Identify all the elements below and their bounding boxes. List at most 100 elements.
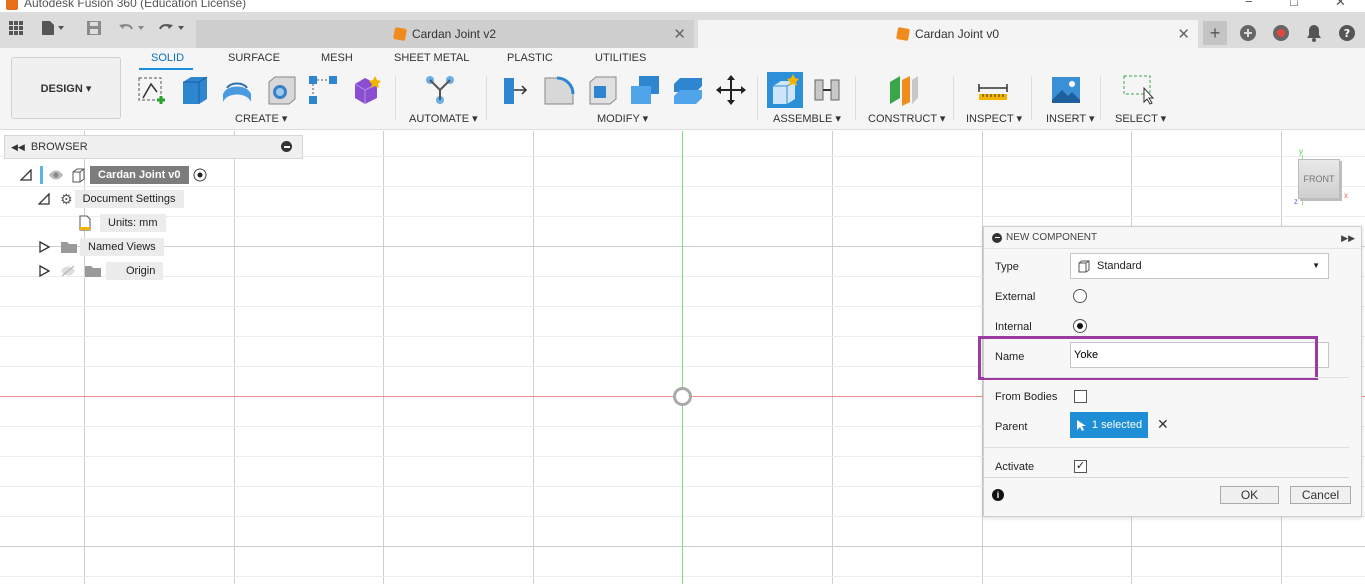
hidden-eye-icon[interactable] [60,265,76,277]
inspect-group-label[interactable]: INSPECT ▾ [966,112,1022,125]
expand-icon[interactable] [38,265,50,277]
collapse-dialog-icon[interactable] [992,232,1002,243]
expand-collapse-icon[interactable] [20,169,32,181]
ok-button[interactable]: OK [1220,486,1279,504]
browser-node-origin[interactable]: Origin [38,261,164,281]
new-component-icon[interactable] [767,72,803,108]
document-settings-label[interactable]: Document Settings [74,190,184,208]
window-select-icon[interactable] [1122,74,1154,106]
insert-image-icon[interactable] [1050,74,1082,106]
tab-label: Cardan Joint v2 [411,27,497,41]
expand-icon[interactable] [38,241,50,253]
create-sketch-icon[interactable] [137,74,169,106]
tab-label: Cardan Joint v0 [914,27,1000,41]
tab-cardan-joint-v0[interactable]: Cardan Joint v0 ✕ [698,20,1198,48]
joint-icon[interactable] [811,74,843,106]
extensions-icon[interactable] [1238,23,1258,43]
browser-minimize-icon[interactable] [281,141,292,152]
expand-collapse-icon[interactable] [38,193,50,205]
tab-sheet-metal[interactable]: SHEET METAL [394,52,469,64]
window-title: Autodesk Fusion 360 (Education License) [24,0,247,10]
construct-group-label[interactable]: CONSTRUCT ▾ [868,112,945,125]
canvas-viewport[interactable]: ◀◀ BROWSER Cardan Joint v0 ⚙ Document Se… [0,131,1365,584]
select-group-label[interactable]: SELECT ▾ [1115,112,1166,125]
browser-panel-header[interactable]: ◀◀ BROWSER [4,135,303,159]
move-copy-icon[interactable] [715,74,747,106]
type-select[interactable]: Standard ▼ [1070,253,1329,279]
modify-group-label[interactable]: MODIFY ▾ [597,112,648,125]
activate-radio-icon[interactable] [193,168,207,182]
document-tab-bar: Cardan Joint v2 ✕ Cardan Joint v0 ✕ + ? [0,12,1365,48]
browser-node-named-views[interactable]: Named Views [38,237,164,257]
press-pull-icon[interactable] [500,74,532,106]
new-tab-plus-icon[interactable]: + [1203,21,1227,45]
close-tab-icon[interactable]: ✕ [1177,25,1190,43]
measure-icon[interactable] [977,74,1009,106]
root-component-label[interactable]: Cardan Joint v0 [90,166,189,184]
tab-cardan-joint-v2[interactable]: Cardan Joint v2 ✕ [196,20,694,48]
workspace-design-button[interactable]: DESIGN ▾ [11,57,121,119]
toolbar-separator [757,76,758,120]
divider [984,447,1349,448]
parent-selection-button[interactable]: 1 selected [1070,412,1148,438]
tab-solid[interactable]: SOLID [151,52,184,64]
tab-mesh[interactable]: MESH [321,52,353,64]
divider [984,377,1349,378]
expand-dialog-icon[interactable]: ▶▶ [1341,233,1355,244]
tab-surface[interactable]: SURFACE [228,52,280,64]
undo-icon[interactable] [118,20,148,42]
view-cube-front[interactable]: FRONT [1298,159,1340,199]
offset-plane-icon[interactable] [888,74,920,106]
redo-icon[interactable] [158,20,188,42]
help-icon[interactable]: ? [1337,23,1357,43]
folder-icon [61,242,77,253]
units-label[interactable]: Units: mm [100,214,166,232]
extrude-icon[interactable] [179,74,211,106]
split-body-icon[interactable] [672,74,704,106]
combine-icon[interactable] [629,74,661,106]
browser-node-units[interactable]: Units: mm [78,213,166,233]
tab-plastic[interactable]: PLASTIC [507,52,553,64]
clear-selection-icon[interactable]: ✕ [1157,416,1169,433]
y-axis-line [682,131,683,584]
collapse-browser-icon[interactable]: ◀◀ [11,142,25,153]
create-group-label[interactable]: CREATE ▾ [235,112,287,125]
fillet-icon[interactable] [543,74,575,106]
browser-node-document-settings[interactable]: ⚙ Document Settings [38,189,184,209]
form-icon[interactable] [351,74,383,106]
activate-checkbox[interactable]: ✓ [1074,460,1087,473]
insert-group-label[interactable]: INSERT ▾ [1046,112,1095,125]
file-menu-icon[interactable] [40,20,66,42]
internal-radio[interactable] [1073,319,1087,333]
close-window-icon[interactable]: ✕ [1335,0,1346,10]
browser-root-node[interactable]: Cardan Joint v0 [20,165,207,185]
save-icon[interactable] [86,20,102,42]
close-tab-icon[interactable]: ✕ [673,25,686,43]
chevron-down-icon[interactable]: ▼ [1312,261,1320,270]
job-status-icon[interactable] [1271,23,1291,43]
visibility-eye-icon[interactable] [48,169,64,181]
minimize-icon[interactable]: − [1245,0,1253,9]
origin-point[interactable] [673,387,692,406]
origin-label[interactable]: Origin [106,262,164,280]
notifications-bell-icon[interactable] [1304,23,1324,43]
external-radio[interactable] [1073,289,1087,303]
automate-group-label[interactable]: AUTOMATE ▾ [409,112,478,125]
component-cube-icon [896,27,910,41]
cancel-button[interactable]: Cancel [1290,486,1351,504]
shell-icon[interactable] [586,74,618,106]
automate-icon[interactable] [424,74,456,106]
tab-utilities[interactable]: UTILITIES [595,52,646,64]
new-component-dialog: NEW COMPONENT ▶▶ Type Standard ▼ Externa… [978,226,1362,517]
from-bodies-checkbox[interactable] [1074,390,1087,403]
app-grid-icon[interactable] [8,20,24,42]
component-icon [72,168,85,183]
assemble-group-label[interactable]: ASSEMBLE ▾ [773,112,841,125]
named-views-label[interactable]: Named Views [80,238,164,256]
info-icon[interactable]: i [992,489,1004,501]
cursor-arrow-icon [1076,420,1086,431]
revolve-icon[interactable] [221,74,253,106]
hole-icon[interactable] [265,74,297,106]
rectangular-pattern-icon[interactable] [307,74,339,106]
maximize-icon[interactable]: □ [1290,0,1298,9]
